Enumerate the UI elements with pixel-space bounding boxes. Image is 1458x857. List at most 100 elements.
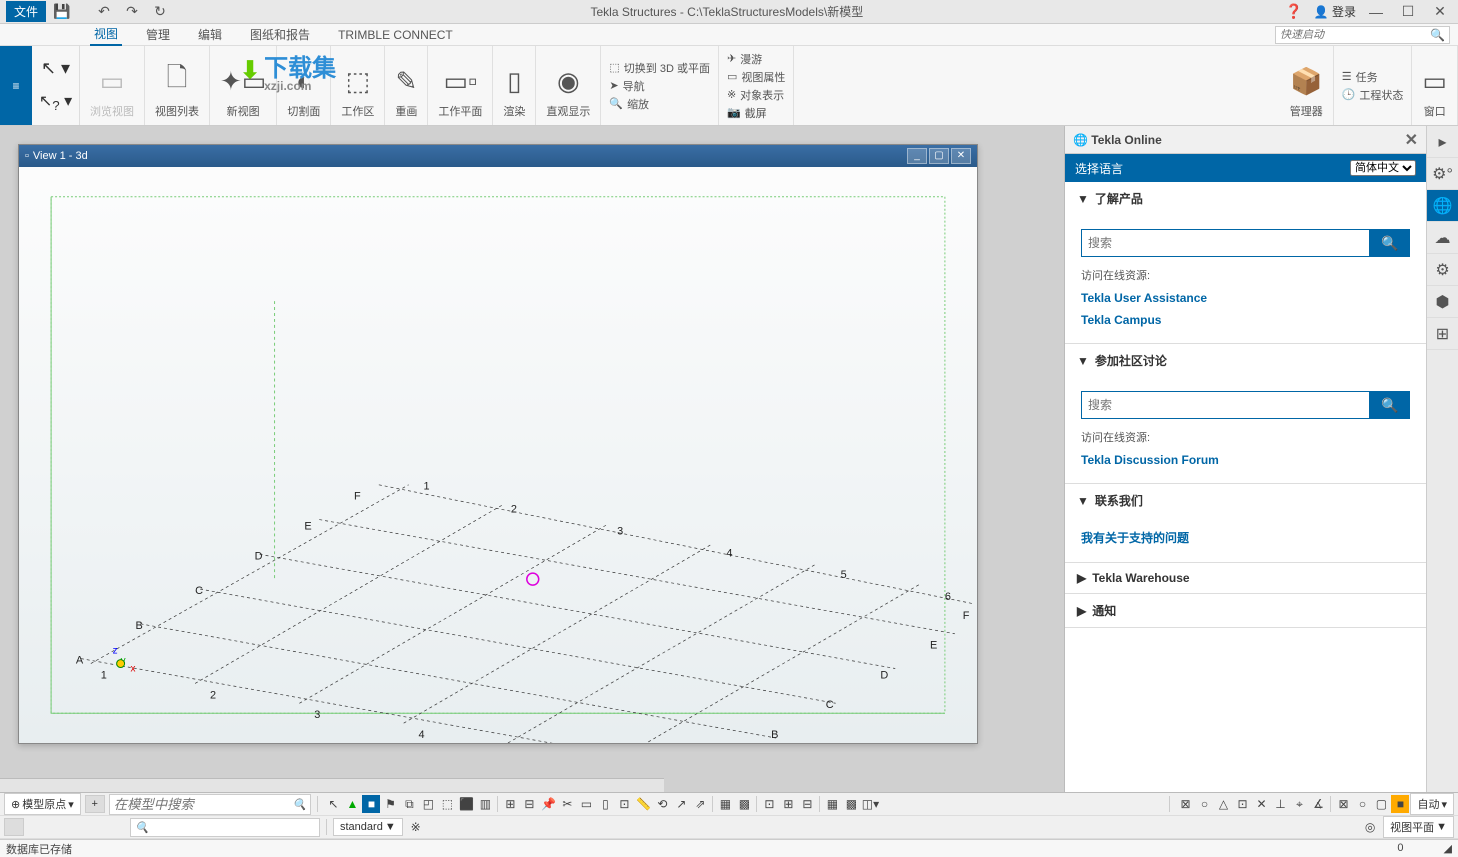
ribbon-redraw[interactable]: ✎重画 [385,46,428,125]
ribbon-screenshot[interactable]: 📷 截屏 [727,105,785,121]
tool-j-icon[interactable]: ⟲ [653,795,671,813]
help-icon[interactable]: ❓ [1282,3,1306,20]
tool-cursor-icon[interactable]: ↖ [324,795,342,813]
link-campus[interactable]: Tekla Campus [1081,309,1410,331]
tab-edit[interactable]: 编辑 [194,24,226,45]
ribbon-clip-plane[interactable]: ◐切割面 [277,46,331,125]
tool-o-icon[interactable]: ⊡ [760,795,778,813]
snap-k-icon[interactable]: ▢ [1372,795,1390,813]
search-icon[interactable]: 🔍 [293,798,307,811]
tab-drawings[interactable]: 图纸和报告 [246,24,314,45]
tool-d-icon[interactable]: ▥ [476,795,494,813]
snap-a-icon[interactable]: ⊠ [1176,795,1194,813]
ribbon-view-list[interactable]: 🗋视图列表 [145,46,210,125]
snap-l-icon[interactable]: ■ [1391,795,1409,813]
tool-a-icon[interactable]: ⧉ [400,795,418,813]
ribbon-fly[interactable]: ✈ 漫游 [727,51,785,67]
tool-flag-icon[interactable]: ⚑ [381,795,399,813]
undo-icon[interactable]: ↶ [92,3,116,20]
view-close-icon[interactable]: ✕ [951,148,971,164]
search-icon[interactable]: 🔍 [1430,28,1445,42]
section-notify[interactable]: ▶ 通知 [1065,594,1426,627]
quick-launch-input[interactable] [1280,29,1430,41]
tab-view[interactable]: 视图 [90,23,122,46]
tool-rule-icon[interactable]: 📏 [634,795,652,813]
tool-q-icon[interactable]: ⊟ [798,795,816,813]
community-search-input[interactable] [1081,391,1370,419]
ribbon-navigate[interactable]: ➤ 导航 [609,78,710,94]
tool-r-icon[interactable]: ◫▾ [861,795,879,813]
cursor-help-icon[interactable]: ↖? ▾ [39,91,72,113]
cursor-select-icon[interactable]: ↖ ▾ [41,58,70,79]
origin-dropdown[interactable]: ⊕ 模型原点 ▾ [4,793,81,815]
ribbon-new-view[interactable]: ✦▭新视图 [210,46,277,125]
quick-launch[interactable]: 🔍 [1275,26,1450,44]
snap-e-icon[interactable]: ✕ [1252,795,1270,813]
snap-c-icon[interactable]: △ [1214,795,1232,813]
sidetab-gear-icon[interactable]: ⚙ [1427,254,1458,286]
view-canvas[interactable]: A B C D E F A B C D E F 1 2 3 [19,167,977,743]
viewplane-dropdown[interactable]: 视图平面 ▼ [1383,816,1454,838]
ribbon-task[interactable]: ☰ 任务 [1342,69,1404,85]
snap-i-icon[interactable]: ⊠ [1334,795,1352,813]
model-search-input[interactable] [114,797,293,812]
snap-h-icon[interactable]: ∡ [1309,795,1327,813]
maximize-icon[interactable]: ☐ [1396,3,1420,20]
login-button[interactable]: 👤 登录 [1314,3,1356,20]
ribbon-object-rep[interactable]: ※ 对象表示 [727,87,785,103]
sidepanel-close-icon[interactable]: ✕ [1405,130,1418,150]
link-user-assistance[interactable]: Tekla User Assistance [1081,287,1410,309]
sidetab-cloud-icon[interactable]: ☁ [1427,222,1458,254]
tool-b-icon[interactable]: ◰ [419,795,437,813]
tool-cut-icon[interactable]: ✂ [558,795,576,813]
view-max-icon[interactable]: ▢ [929,148,949,164]
tool-cube-icon[interactable]: ⬛ [457,795,475,813]
snap-f-icon[interactable]: ⊥ [1271,795,1289,813]
tool-square-icon[interactable]: ■ [362,795,380,813]
standard-dropdown[interactable]: standard ▼ [333,818,403,836]
history-icon[interactable]: ↻ [148,3,172,20]
status-resize-icon[interactable]: ◢ [1444,842,1452,855]
link-discussion-forum[interactable]: Tekla Discussion Forum [1081,449,1410,471]
community-search-button[interactable]: 🔍 [1370,391,1410,419]
ribbon-work-area[interactable]: ⬚工作区 [331,46,385,125]
link-support[interactable]: 我有关于支持的问题 [1081,525,1410,550]
sidetab-online-icon[interactable]: 🌐 [1427,190,1458,222]
ribbon-window[interactable]: ▭窗口 [1412,46,1458,125]
ribbon-zoom[interactable]: 🔍 缩放 [609,96,710,112]
model-search[interactable]: 🔍 [109,794,312,815]
tool-k-icon[interactable]: ↗ [672,795,690,813]
tab-trimble[interactable]: TRIMBLE CONNECT [334,26,457,44]
ribbon-switch-3d[interactable]: ⬚ 切换到 3D 或平面 [609,60,710,76]
view-min-icon[interactable]: _ [907,148,927,164]
save-icon[interactable]: 💾 [50,3,74,20]
sidetab-settings-icon[interactable]: ⚙° [1427,158,1458,190]
tool-f-icon[interactable]: ⊟ [520,795,538,813]
hatch-icon[interactable]: ※ [407,818,425,836]
blank-button[interactable] [4,818,24,836]
auto-dropdown[interactable]: 自动▾ [1410,793,1454,815]
tool-g-icon[interactable]: ▭ [577,795,595,813]
minimize-icon[interactable]: — [1364,4,1388,20]
sidetab-cube-icon[interactable]: ⬢ [1427,286,1458,318]
ribbon-render[interactable]: ▯渲染 [493,46,536,125]
tool-n-icon[interactable]: ▩ [735,795,753,813]
tool-e-icon[interactable]: ⊞ [501,795,519,813]
tool-grid2-icon[interactable]: ▩ [842,795,860,813]
snap-j-icon[interactable]: ○ [1353,795,1371,813]
tool-l-icon[interactable]: ⇗ [691,795,709,813]
section-warehouse[interactable]: ▶ Tekla Warehouse [1065,563,1426,593]
tab-manage[interactable]: 管理 [142,24,174,45]
section-community[interactable]: ▼ 参加社区讨论 [1065,344,1426,377]
snap-b-icon[interactable]: ○ [1195,795,1213,813]
target-icon[interactable]: ◎ [1361,818,1379,836]
snap-g-icon[interactable]: ⌖ [1290,795,1308,813]
tool-c-icon[interactable]: ⬚ [438,795,456,813]
tool-tri-icon[interactable]: ▲ [343,795,361,813]
ribbon-view-props[interactable]: ▭ 视图属性 [727,69,785,85]
section-contact[interactable]: ▼ 联系我们 [1065,484,1426,517]
h-scrollbar[interactable] [0,778,664,792]
sidetab-grid-icon[interactable]: ⊞ [1427,318,1458,350]
add-button[interactable]: + [85,795,105,813]
learn-search-input[interactable] [1081,229,1370,257]
